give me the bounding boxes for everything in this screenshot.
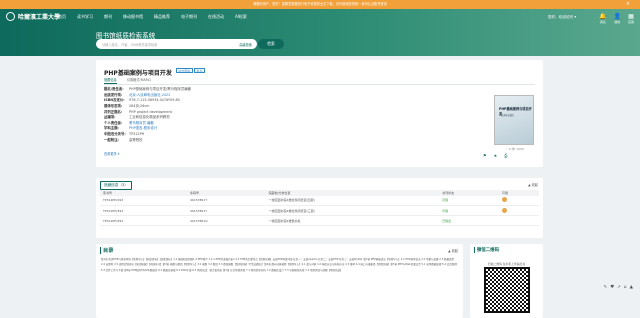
badge: 新书 [194, 68, 206, 73]
qr-card: 微信二维码 扫描二维码 在手机上查看此书 [470, 244, 543, 318]
report-icon[interactable]: ⚑ [483, 153, 487, 158]
search-placeholder: 请输入题名、作者、ISBN等关键词检索 [102, 43, 158, 47]
table-row: TP312PH/493 40157861Y 一校区图书馆4楼社科阅览室(三层) 可借 [100, 205, 539, 216]
favorite-icon[interactable]: ★ [494, 153, 498, 158]
book-stats: ♡ 0 👁 1005 [505, 147, 524, 151]
user-icon[interactable]: 👤 我的 [614, 13, 621, 24]
book-badges: 中文图书 新书 [176, 68, 206, 73]
qr-caption: 扫描二维码 在手机上查看此书 [487, 262, 526, 266]
qr-title: 微信二维码 [474, 247, 499, 253]
edit-icon[interactable]: ✎ [604, 285, 608, 290]
search-input[interactable]: 请输入题名、作者、ISBN等关键词检索 高级检索 [96, 39, 257, 49]
holdings-tab[interactable]: 馆藏信息（3） [100, 181, 132, 190]
nav-item[interactable]: 首页 [58, 14, 66, 20]
home-icon[interactable]: ⌂ [624, 285, 627, 290]
toc-body: 第1章 初识PHP与开发环境【项目导入】【知识目标】【技能目标】1.1 基础知识… [101, 258, 457, 272]
advanced-search-link[interactable]: 高级检索 [239, 42, 252, 47]
nav-item[interactable]: 电子期刊 [181, 14, 197, 20]
nav-item[interactable]: 期刊 [104, 14, 112, 20]
notice-bar: 尊敬的用户，您好！如果您需要进行电子资源的全文下载，请先使用您的统一身份认证账号… [0, 0, 640, 9]
book-tabs: 馆藏信息 引用格式(MARC) [104, 77, 161, 84]
table-row: TP312PH/493 40157861Q 一校区图书馆4楼借书处 已借出 [100, 215, 539, 226]
nav-item[interactable]: 移动图书馆 [123, 14, 143, 20]
floating-tools: ✎ ♥ ↗ ⌂ ▲ [601, 285, 634, 290]
header: 哈爾濱工業大學 首页 读书学习 期刊 移动图书馆 精品推荐 电子期刊 在线活动 … [0, 9, 640, 56]
collapse-button[interactable]: ▲ 收起 [448, 248, 458, 253]
nav-item[interactable]: 精品推荐 [154, 14, 170, 20]
meta-row: 一般附注: 高等院校 [104, 137, 143, 142]
search-button[interactable]: 检索 [258, 39, 284, 49]
show-more-link[interactable]: 查看更多 ▾ [104, 151, 119, 156]
share-icon[interactable]: ↗ [617, 285, 621, 290]
back-to-top-icon[interactable]: ▲ [630, 285, 633, 290]
collapse-button[interactable]: ▲ 收起 [528, 182, 538, 187]
print-icon[interactable]: ⎙ [504, 153, 507, 158]
book-detail-card: PHP基础案例与项目开发 中文图书 新书 馆藏信息 引用格式(MARC) 题名/责… [96, 60, 543, 167]
grid-icon[interactable]: ▦ 应用 [628, 13, 634, 24]
bell-icon[interactable]: 🔔 消息 [599, 13, 606, 24]
table-row: TP312PH/493 40157861T 一校区图书馆4楼社科阅览室(四层) 可借 [100, 195, 539, 206]
site-logo[interactable]: 哈爾濱工業大學 [6, 12, 60, 21]
book-actions: ⚑ ★ ⎙ [483, 153, 514, 158]
holdings-table: 索书号 条码号 馆藏地/分类位置 书刊状态 可借 TP312PH/493 40157861… [100, 190, 539, 226]
nav-item[interactable]: 读书学习 [77, 14, 93, 20]
user-tools: 您好，欢迎访问 ▾ 🔔 消息 👤 我的 ▦ 应用 [548, 13, 634, 24]
badge: 中文图书 [176, 68, 194, 73]
nav-item[interactable]: 在线活动 [208, 14, 224, 20]
book-cover: PHP基础案例与项目开发 人民邮电出版社 [494, 95, 534, 145]
qr-code-image [484, 267, 530, 313]
book-metadata: 题名/责任者: PHP基础案例与项目开发/黑马程序员编著 出版发行项: 北京:人民邮… [104, 87, 191, 143]
reserve-icon[interactable] [502, 197, 508, 203]
reserve-icon[interactable] [502, 207, 508, 213]
tab-marc[interactable]: 引用格式(MARC) [127, 77, 151, 84]
user-menu[interactable]: 您好，欢迎访问 ▾ [548, 15, 576, 20]
toc-title: 目录 [100, 247, 113, 254]
logo-text: 哈爾濱工業大學 [18, 14, 61, 21]
holdings-card: 馆藏信息（3） ▲ 收起 索书号 条码号 馆藏地/分类位置 书刊状态 可借 TP312P… [96, 178, 543, 238]
logo-seal-icon [6, 12, 15, 21]
main-nav: 首页 读书学习 期刊 移动图书馆 精品推荐 电子期刊 在线活动 AI检索 [58, 14, 258, 20]
heart-icon[interactable]: ♥ [610, 285, 614, 290]
notice-text: 尊敬的用户，您好！如果您需要进行电子资源的全文下载，请先使用您的统一身份认证账号… [253, 2, 387, 6]
nav-item[interactable]: AI检索 [235, 14, 247, 20]
book-title: PHP基础案例与项目开发 [104, 70, 172, 77]
close-icon[interactable]: × [626, 0, 630, 9]
toc-card: 目录 ▲ 收起 第1章 初识PHP与开发环境【项目导入】【知识目标】【技能目标】… [96, 244, 463, 318]
cover-publisher: 人民邮电出版社 [499, 114, 515, 117]
tab-holdings[interactable]: 馆藏信息 [104, 77, 117, 84]
